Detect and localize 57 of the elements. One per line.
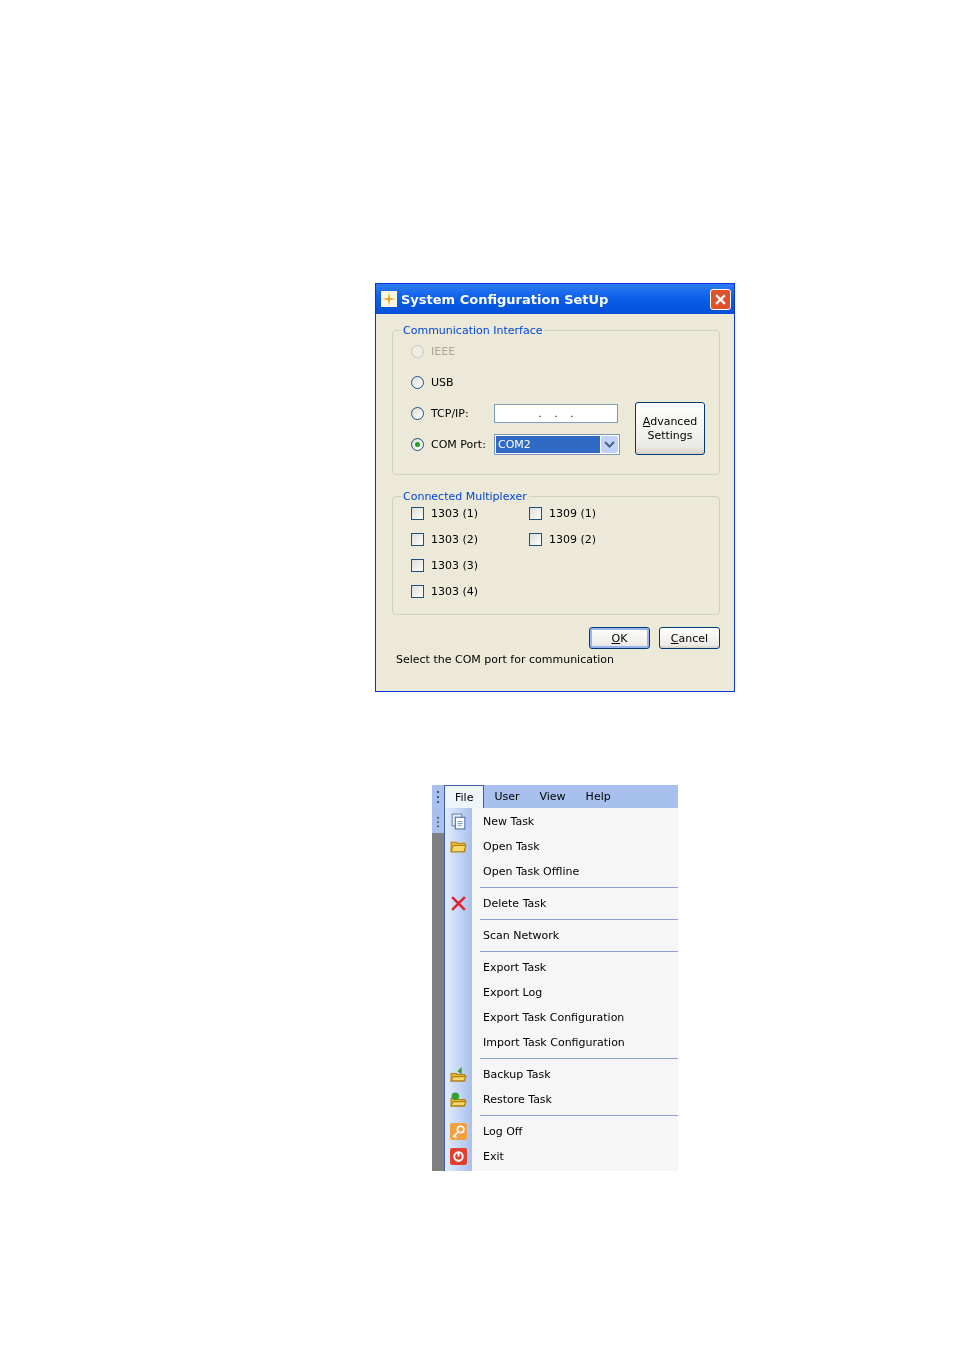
menu-tab[interactable]: View [529, 785, 576, 808]
sparkle-icon [381, 291, 397, 307]
checkbox[interactable] [411, 558, 424, 572]
cancel-button[interactable]: Cancel [659, 627, 720, 649]
folder-icon [450, 1091, 467, 1108]
grip-icon[interactable] [436, 790, 440, 804]
menu-item[interactable]: Delete Task [472, 897, 547, 910]
menu-tab[interactable]: User [484, 785, 530, 808]
radio-button[interactable] [411, 407, 424, 420]
menu-item[interactable]: Open Task Offline [472, 865, 580, 878]
menu-tab[interactable]: Help [575, 785, 621, 808]
status-text: Select the COM port for communication [396, 653, 616, 666]
option-label: IEEE [431, 345, 457, 358]
option-label: TCP/IP: [431, 407, 470, 420]
radio-button[interactable] [411, 376, 424, 389]
menu-tab[interactable]: File [444, 785, 485, 808]
com-port-dropdown[interactable]: COM2 [494, 434, 620, 455]
ip-address-field[interactable]: . . . [494, 404, 618, 423]
advanced-settings-button[interactable]: Advanced Settings [635, 402, 705, 455]
option-label: COM Port: [431, 438, 487, 451]
grip-icon[interactable] [436, 814, 440, 828]
menu-item[interactable]: Open Task [472, 840, 540, 853]
close-button[interactable] [710, 288, 731, 310]
checkbox[interactable] [411, 532, 424, 546]
group-title: Communication Interface [402, 324, 544, 337]
menu-item[interactable]: Export Task [472, 961, 547, 974]
checkbox[interactable] [411, 584, 424, 598]
ok-button[interactable]: OK [589, 627, 650, 649]
checkbox-label: 1303 (1) [431, 506, 479, 520]
checkbox-label: 1303 (2) [431, 532, 479, 546]
folder-arrow-icon [450, 1066, 467, 1083]
power-icon [450, 1148, 467, 1165]
checkbox[interactable] [529, 506, 542, 520]
checkbox[interactable] [411, 506, 424, 520]
window-title: System Configuration SetUp [401, 291, 610, 307]
menu-item[interactable]: New Task [472, 815, 535, 828]
menu-item[interactable]: Restore Task [472, 1093, 552, 1106]
checkbox-label: 1303 (4) [431, 584, 479, 598]
checkbox-label: 1309 (1) [549, 506, 597, 520]
option-label: USB [431, 376, 455, 389]
menu-item[interactable]: Import Task Configuration [472, 1036, 625, 1049]
group-title: Connected Multiplexer [402, 490, 528, 503]
document-icon [450, 813, 467, 830]
menu-item[interactable]: Export Log [472, 986, 543, 999]
menu-item[interactable]: Export Task Configuration [472, 1011, 625, 1024]
radio-button[interactable] [411, 438, 424, 451]
checkbox-label: 1309 (2) [549, 532, 597, 546]
checkbox-label: 1303 (3) [431, 558, 479, 572]
checkbox[interactable] [529, 532, 542, 546]
menu-item[interactable]: Log Off [472, 1125, 523, 1138]
key-icon [450, 1123, 467, 1140]
chevron-down-icon [601, 436, 618, 453]
menu-item[interactable]: Exit [472, 1150, 504, 1163]
menu-item[interactable]: Scan Network [472, 929, 560, 942]
delete-icon [450, 895, 467, 912]
close-icon [715, 293, 726, 305]
menu-item[interactable]: Backup Task [472, 1068, 551, 1081]
